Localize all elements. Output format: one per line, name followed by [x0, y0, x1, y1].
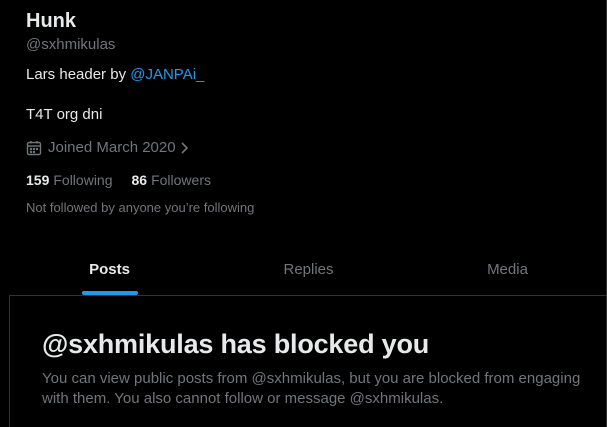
column-border-left [9, 295, 10, 427]
calendar-icon [26, 140, 42, 156]
joined-date-text: Joined March 2020 [48, 139, 176, 156]
mutual-followers-note: Not followed by anyone you’re following [26, 200, 255, 215]
user-handle: @sxhmikulas [26, 36, 116, 53]
blocked-notice: @sxhmikulas has blocked you You can view… [42, 327, 582, 409]
profile-tabs: Posts Replies Media [10, 244, 607, 296]
blocked-title: @sxhmikulas has blocked you [42, 329, 430, 359]
tab-posts-label: Posts [89, 261, 130, 278]
followers-link[interactable]: 86 Followers [132, 170, 211, 190]
following-label: Following [53, 172, 113, 188]
following-link[interactable]: 159 Following [26, 170, 113, 190]
following-count: 159 [26, 172, 50, 188]
tab-media[interactable]: Media [408, 244, 607, 295]
blocked-description: You can view public posts from @sxhmikul… [42, 370, 581, 407]
follow-stats: 159 Following 86 Followers [26, 170, 586, 190]
bio-mention-link[interactable]: @JANPAi_ [130, 66, 204, 83]
bio-line-2: T4T org dni [26, 106, 103, 123]
active-tab-indicator [81, 291, 138, 295]
tab-replies[interactable]: Replies [209, 244, 408, 295]
tab-posts[interactable]: Posts [10, 244, 209, 295]
profile-header: Hunk @sxhmikulas Lars header by @JANPAi_… [26, 8, 586, 216]
followers-label: Followers [151, 172, 211, 188]
followers-count: 86 [131, 172, 148, 188]
display-name: Hunk [26, 10, 76, 32]
tab-replies-label: Replies [283, 261, 334, 278]
chevron-right-icon [179, 141, 189, 155]
profile-page: Hunk @sxhmikulas Lars header by @JANPAi_… [0, 0, 607, 427]
bio-text: Lars header by [26, 66, 131, 83]
bio-line-1: Lars header by @JANPAi_ [26, 65, 586, 85]
joined-date-row[interactable]: Joined March 2020 [26, 138, 586, 158]
tab-media-label: Media [487, 261, 528, 278]
